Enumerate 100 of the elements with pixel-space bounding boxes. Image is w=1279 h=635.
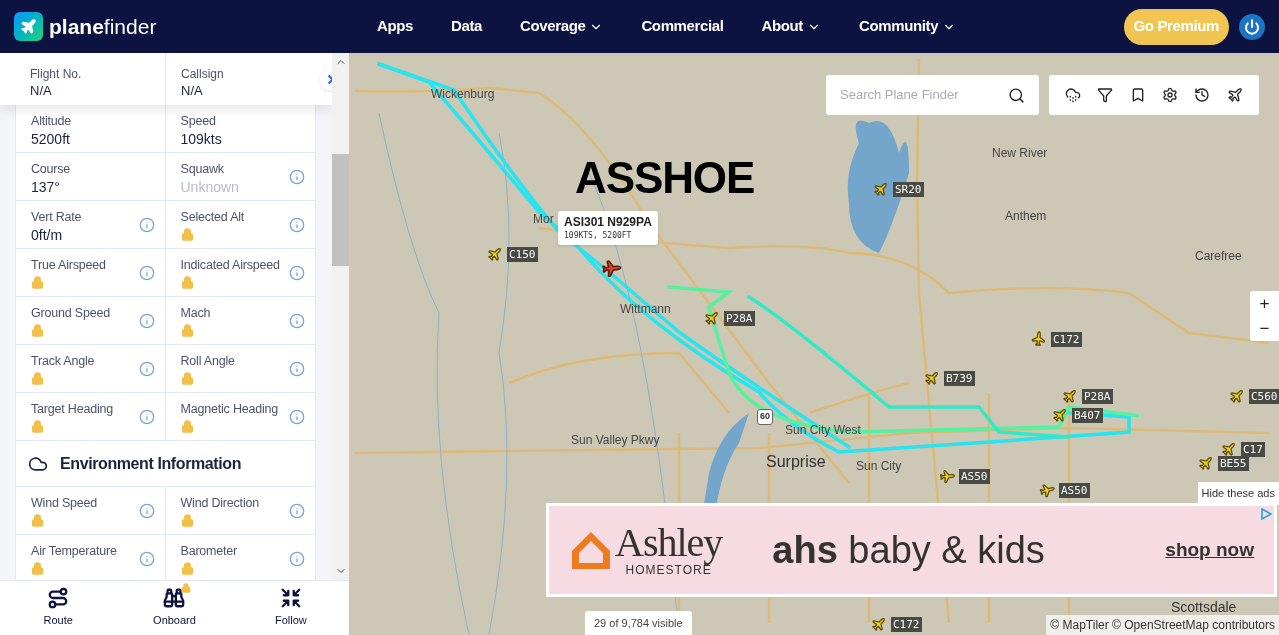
info-icon[interactable]: [138, 265, 155, 281]
search-icon[interactable]: [1008, 86, 1025, 104]
info-icon[interactable]: [138, 361, 155, 377]
info-icon[interactable]: [289, 265, 305, 281]
aircraft-label[interactable]: AS50: [959, 469, 990, 484]
field-value: N/A: [181, 82, 203, 100]
aircraft-label[interactable]: SR20: [893, 182, 924, 197]
popup-title: ASI301 N929PA: [564, 215, 652, 230]
power-button[interactable]: [1239, 13, 1265, 40]
map-attribution[interactable]: © MapTiler © OpenStreetMap contributors: [1046, 615, 1279, 635]
aircraft-icon[interactable]: [1221, 442, 1236, 457]
field-value: 137°: [31, 178, 60, 197]
nav-link[interactable]: Coverage: [520, 15, 604, 38]
map-overlay-title: ASSHOE: [575, 152, 755, 204]
logo-text[interactable]: planefinder: [49, 10, 157, 43]
flight-popup[interactable]: ASI301 N929PA 109KTS, 5200FT: [558, 211, 658, 245]
place-label: Sun City: [856, 460, 902, 472]
aircraft-label[interactable]: C17: [1241, 442, 1265, 457]
info-icon[interactable]: [138, 503, 155, 519]
nav-link[interactable]: Community: [858, 15, 957, 38]
place-label: Surprise: [766, 454, 826, 470]
aircraft-label[interactable]: P28A: [724, 311, 755, 326]
place-label: Scottsdale: [1171, 600, 1237, 614]
aircraft-icon[interactable]: [487, 247, 502, 262]
field-label: Track Angle: [31, 353, 95, 369]
aircraft-label[interactable]: C172: [891, 617, 922, 632]
search-input[interactable]: Search Plane Finder: [840, 85, 1008, 105]
aircraft-icon[interactable]: [704, 311, 719, 326]
action-button[interactable]: Follow: [232, 581, 349, 635]
aircraft-label[interactable]: P28A: [1082, 389, 1113, 404]
filter-icon[interactable]: [1097, 87, 1114, 103]
field-label: Wind Speed: [31, 495, 98, 511]
aircraft-icon[interactable]: [1229, 389, 1244, 404]
field-label: Mach: [180, 305, 211, 321]
info-icon[interactable]: [289, 361, 305, 377]
history-icon[interactable]: [1194, 87, 1211, 103]
search-field[interactable]: Search Plane Finder: [826, 75, 1039, 115]
field-label: Squawk: [180, 161, 224, 177]
zoom-button[interactable]: −: [1250, 316, 1279, 341]
scrollbar[interactable]: [332, 53, 349, 580]
info-icon[interactable]: [289, 409, 305, 425]
aircraft-label[interactable]: B407: [1072, 408, 1103, 423]
aircraft-icon[interactable]: [871, 617, 886, 632]
aircraft-label[interactable]: AS50: [1059, 483, 1090, 498]
weather-icon[interactable]: [1065, 87, 1082, 103]
aircraft-icon[interactable]: [1198, 456, 1213, 471]
plane-icon[interactable]: [1226, 87, 1243, 103]
aircraft-icon[interactable]: [1062, 389, 1077, 404]
field-label: Ground Speed: [31, 305, 110, 321]
nav-link[interactable]: Commercial: [641, 15, 724, 38]
field-label: Selected Alt: [180, 209, 245, 225]
field-value: N/A: [30, 82, 52, 100]
aircraft-icon[interactable]: [924, 371, 939, 386]
field-value: Unknown: [180, 178, 239, 197]
nav-link[interactable]: Data: [451, 15, 482, 38]
logo-icon[interactable]: [14, 12, 43, 41]
nav-link[interactable]: Apps: [377, 15, 413, 38]
field-label: Target Heading: [31, 401, 113, 417]
shop-now-link[interactable]: shop now: [1165, 535, 1254, 565]
aircraft-label[interactable]: B739: [944, 371, 975, 386]
info-icon[interactable]: [138, 409, 155, 425]
info-icon[interactable]: [138, 313, 155, 329]
field-label: Indicated Airspeed: [180, 257, 280, 273]
field-label: Vert Rate: [31, 209, 82, 225]
aircraft-label[interactable]: C560: [1249, 389, 1279, 404]
field-label: Air Temperature: [31, 543, 117, 559]
ad-headline: ahs baby & kids: [772, 527, 1045, 573]
info-icon[interactable]: [289, 503, 305, 519]
field-label: Wind Direction: [180, 495, 259, 511]
ad-brand: Ashley: [615, 523, 723, 563]
hide-ads-link[interactable]: Hide these ads: [1197, 482, 1279, 505]
info-icon[interactable]: [289, 217, 305, 233]
house-logo-icon: [569, 529, 613, 571]
info-icon[interactable]: [289, 551, 305, 567]
aircraft-label[interactable]: C172: [1051, 332, 1082, 347]
place-label: Carefree: [1195, 250, 1242, 262]
place-label: New River: [992, 147, 1048, 159]
visible-count: 29 of 9,784 visible: [585, 610, 692, 635]
zoom-button[interactable]: +: [1250, 291, 1279, 316]
info-icon[interactable]: [289, 313, 305, 329]
section-title: Environment Information: [60, 453, 242, 474]
info-icon[interactable]: [138, 217, 155, 233]
aircraft-label[interactable]: C150: [507, 247, 538, 262]
settings-icon[interactable]: [1162, 87, 1179, 103]
info-icon[interactable]: [289, 169, 305, 185]
nav-link[interactable]: About: [761, 15, 821, 38]
place-label: Sun Valley Pkwy: [571, 434, 660, 446]
scrollbar-thumb[interactable]: [332, 154, 349, 266]
advertisement-banner[interactable]: Ashley HOMESTORE ahs baby & kids shop now: [546, 503, 1277, 597]
place-label: Anthem: [1005, 210, 1047, 222]
field-label: Roll Angle: [180, 353, 235, 369]
field-label: Flight No.: [30, 66, 82, 82]
action-button[interactable]: Route: [0, 581, 117, 635]
aircraft-label[interactable]: BE55: [1218, 456, 1249, 471]
binoculars-icon: [163, 587, 186, 610]
aircraft-icon[interactable]: [1052, 408, 1067, 423]
field-value: 109kts: [180, 130, 222, 149]
action-button[interactable]: Onboard: [116, 581, 233, 635]
info-icon[interactable]: [138, 551, 155, 567]
aircraft-icon[interactable]: [873, 182, 888, 197]
